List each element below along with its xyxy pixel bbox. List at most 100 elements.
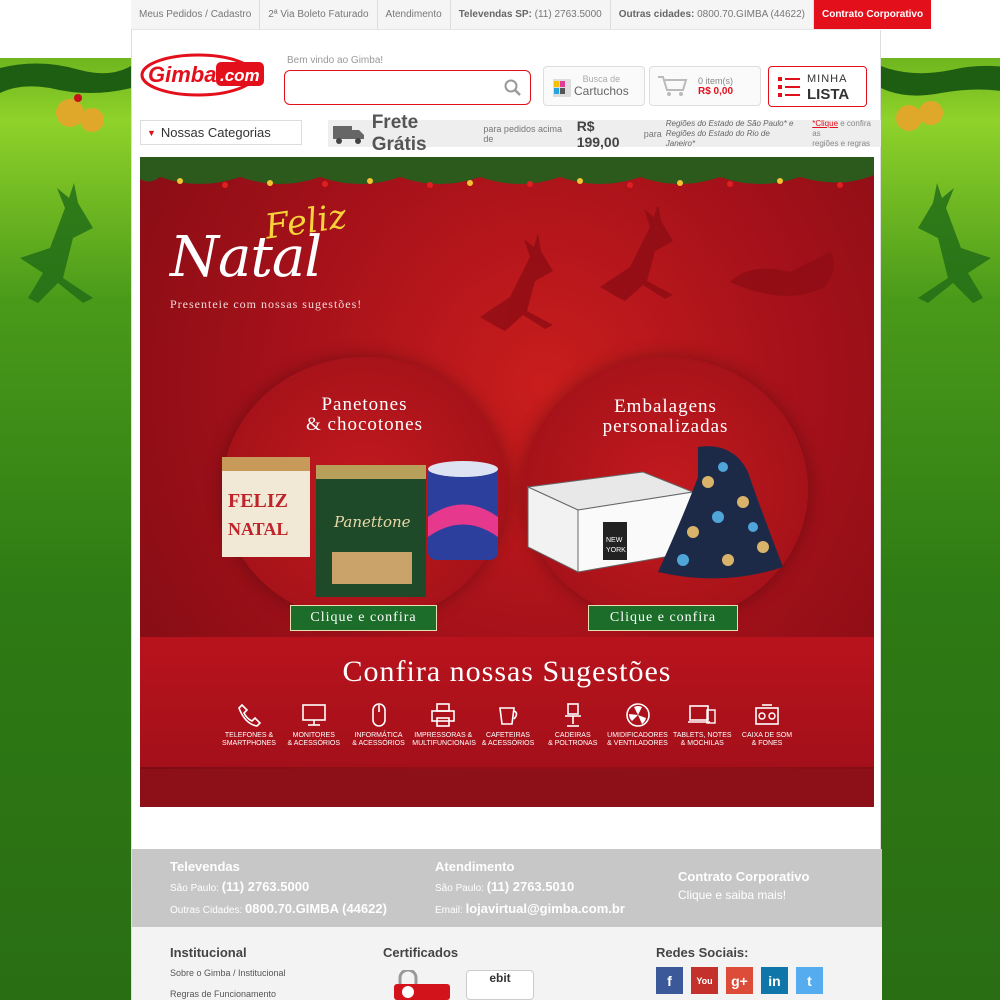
footer-link-regras[interactable]: Regras de Funcionamento bbox=[170, 989, 276, 999]
coffee-maker-icon bbox=[499, 707, 518, 725]
natal-text: Natal bbox=[170, 225, 322, 290]
monitor-icon bbox=[301, 704, 326, 726]
footer-sp-line: São Paulo: (11) 2763.5000 bbox=[170, 877, 387, 899]
cartuchos-search-button[interactable]: Busca de Cartuchos bbox=[543, 66, 645, 106]
caret-down-icon: ▼ bbox=[147, 127, 156, 138]
speaker-icon bbox=[755, 704, 779, 725]
outras-phone: 0800.70.GIMBA (44622) bbox=[697, 9, 805, 20]
facebook-icon[interactable]: f bbox=[656, 967, 683, 994]
svg-text:NEW: NEW bbox=[606, 537, 623, 544]
topbar-link-atendimento[interactable]: Atendimento bbox=[378, 0, 451, 29]
gimba-logo[interactable]: Gimba .com bbox=[140, 52, 268, 98]
topbar-link-boleto[interactable]: 2ª Via Boleto Faturado bbox=[260, 0, 378, 29]
category-impressoras-l2: MULTIFUNCIONAIS bbox=[412, 740, 476, 747]
page-container: Gimba .com Bem vindo ao Gimba! Busca de C… bbox=[131, 30, 882, 1000]
footer-cert-title: Certificados bbox=[383, 945, 459, 960]
lista-label-1: MINHA bbox=[807, 72, 848, 85]
footer-corp-title: Contrato Corporativo bbox=[678, 869, 810, 884]
christmas-side-left bbox=[0, 58, 131, 1000]
footer-contacts: Televendas São Paulo: (11) 2763.5000 Out… bbox=[132, 849, 882, 927]
frete-region-1: Regiões do Estado de São Paulo* e bbox=[665, 118, 794, 128]
lista-label-2: LISTA bbox=[807, 85, 850, 103]
corporate-contract-link[interactable]: Contrato Corporativo bbox=[813, 0, 932, 29]
footer-outras-phone: 0800.70.GIMBA (44622) bbox=[245, 901, 387, 916]
category-som[interactable]: CAIXA DE SOM & FONES bbox=[736, 702, 798, 748]
cartuchos-label-1: Busca de bbox=[582, 74, 621, 84]
category-monitores-l2: & ACESSÓRIOS bbox=[287, 740, 341, 747]
panetones-cta-button[interactable]: Clique e confira bbox=[290, 605, 437, 631]
category-telefones[interactable]: TELEFONES & SMARTPHONES bbox=[218, 702, 280, 748]
list-icon bbox=[778, 76, 800, 97]
frete-title: Frete Grátis bbox=[371, 111, 427, 155]
svg-text:Gimba: Gimba bbox=[148, 62, 216, 87]
cart-button[interactable]: 0 item(s) R$ 0,00 bbox=[649, 66, 761, 106]
tablet-icon bbox=[688, 705, 716, 724]
svg-text:YORK: YORK bbox=[606, 547, 626, 554]
category-informatica-l1: INFORMÁTICA bbox=[354, 732, 403, 739]
minha-lista-button[interactable]: MINHA LISTA bbox=[768, 66, 867, 107]
svg-text:FELIZ: FELIZ bbox=[228, 490, 288, 512]
security-seal-icon bbox=[394, 970, 450, 1000]
google-plus-icon[interactable]: g+ bbox=[726, 967, 753, 994]
reindeer-decoration-left bbox=[0, 63, 131, 303]
frete-rules-link[interactable]: *Clique e confira as regiões e regras bbox=[812, 119, 881, 149]
top-bar: Meus Pedidos / Cadastro 2ª Via Boleto Fa… bbox=[131, 0, 932, 30]
category-umidificadores[interactable]: UMIDIFICADORES & VENTILADORES bbox=[607, 702, 669, 748]
free-shipping-banner[interactable]: Frete Grátis para pedidos acima de R$ 19… bbox=[328, 112, 881, 155]
search-box[interactable] bbox=[284, 70, 531, 105]
category-monitores-l1: MONITORES bbox=[292, 732, 335, 739]
twitter-icon[interactable]: t bbox=[796, 967, 823, 994]
category-cafeteiras-l2: & ACESSÓRIOS bbox=[481, 740, 535, 747]
televendas-label: Televendas SP: bbox=[458, 9, 532, 20]
category-cafeteiras-l1: CAFETEIRAS bbox=[486, 732, 530, 739]
category-tablets[interactable]: TABLETS, NOTES & MOCHILAS bbox=[671, 702, 733, 748]
search-icon[interactable] bbox=[504, 79, 522, 97]
footer-email-line: Email: lojavirtual@gimba.com.br bbox=[435, 899, 625, 921]
frete-pre: para pedidos acima de bbox=[483, 123, 562, 144]
footer-sp-label: São Paulo: bbox=[170, 883, 219, 894]
footer-atend-sp-phone: (11) 2763.5010 bbox=[486, 879, 575, 894]
cart-items: 0 item(s) bbox=[698, 75, 734, 86]
frete-post: para bbox=[643, 128, 662, 139]
embalagens-title-2: personalizadas bbox=[602, 416, 729, 437]
footer-televendas: Televendas São Paulo: (11) 2763.5000 Out… bbox=[170, 859, 387, 921]
categories-label: Nossas Categorias bbox=[160, 125, 271, 140]
search-input[interactable] bbox=[293, 71, 493, 102]
reindeer-sleigh-silhouette bbox=[480, 207, 834, 331]
outras-label: Outras cidades: bbox=[618, 9, 695, 20]
category-informatica[interactable]: INFORMÁTICA & ACESSÓRIOS bbox=[348, 702, 410, 748]
ebit-badge[interactable]: ebit bbox=[466, 970, 534, 1000]
svg-text:Panettone: Panettone bbox=[333, 513, 411, 531]
embalagens-title-1: Embalagens bbox=[614, 396, 717, 417]
category-icons-row: TELEFONES & SMARTPHONES MONITORES & ACESSÓ… bbox=[218, 702, 798, 748]
truck-icon bbox=[333, 125, 364, 144]
sugestoes-title: Confira nossas Sugestões bbox=[342, 655, 672, 688]
frete-click-2: regiões e regras bbox=[812, 138, 871, 148]
svg-text:NATAL: NATAL bbox=[228, 519, 288, 539]
cart-icon bbox=[658, 76, 688, 96]
footer-link-sobre[interactable]: Sobre o Gimba / Institucional bbox=[170, 968, 286, 978]
phone-icon bbox=[238, 703, 262, 727]
category-impressoras[interactable]: IMPRESSORAS & MULTIFUNCIONAIS bbox=[412, 702, 476, 748]
category-cafeteiras[interactable]: CAFETEIRAS & ACESSÓRIOS bbox=[477, 702, 539, 748]
category-som-l1: CAIXA DE SOM bbox=[741, 732, 793, 739]
category-cadeiras[interactable]: CADEIRAS & POLTRONAS bbox=[542, 702, 604, 748]
footer-email[interactable]: lojavirtual@gimba.com.br bbox=[466, 901, 625, 916]
category-impressoras-l1: IMPRESSORAS & bbox=[414, 732, 473, 739]
footer-atend-title: Atendimento bbox=[435, 859, 515, 874]
youtube-icon[interactable]: You bbox=[691, 967, 718, 994]
footer-corporate-link[interactable]: Contrato Corporativo Clique e saiba mais… bbox=[678, 869, 809, 903]
categories-dropdown[interactable]: ▼ Nossas Categorias bbox=[140, 120, 302, 145]
topbar-link-pedidos[interactable]: Meus Pedidos / Cadastro bbox=[131, 0, 261, 29]
footer-social-title: Redes Sociais: bbox=[656, 945, 749, 960]
printer-icon bbox=[431, 703, 456, 727]
topbar-outras: Outras cidades: 0800.70.GIMBA (44622) bbox=[611, 0, 814, 29]
footer-atend-sp-line: São Paulo: (11) 2763.5010 bbox=[435, 877, 625, 899]
topbar-televendas: Televendas SP: (11) 2763.5000 bbox=[451, 0, 611, 29]
footer-atendimento: Atendimento São Paulo: (11) 2763.5010 Em… bbox=[435, 859, 625, 921]
embalagens-cta-button[interactable]: Clique e confira bbox=[588, 605, 738, 631]
category-monitores[interactable]: MONITORES & ACESSÓRIOS bbox=[283, 702, 345, 748]
category-informatica-l2: & ACESSÓRIOS bbox=[352, 740, 405, 747]
linkedin-icon[interactable]: in bbox=[761, 967, 788, 994]
banner-bottom-band bbox=[140, 769, 874, 807]
